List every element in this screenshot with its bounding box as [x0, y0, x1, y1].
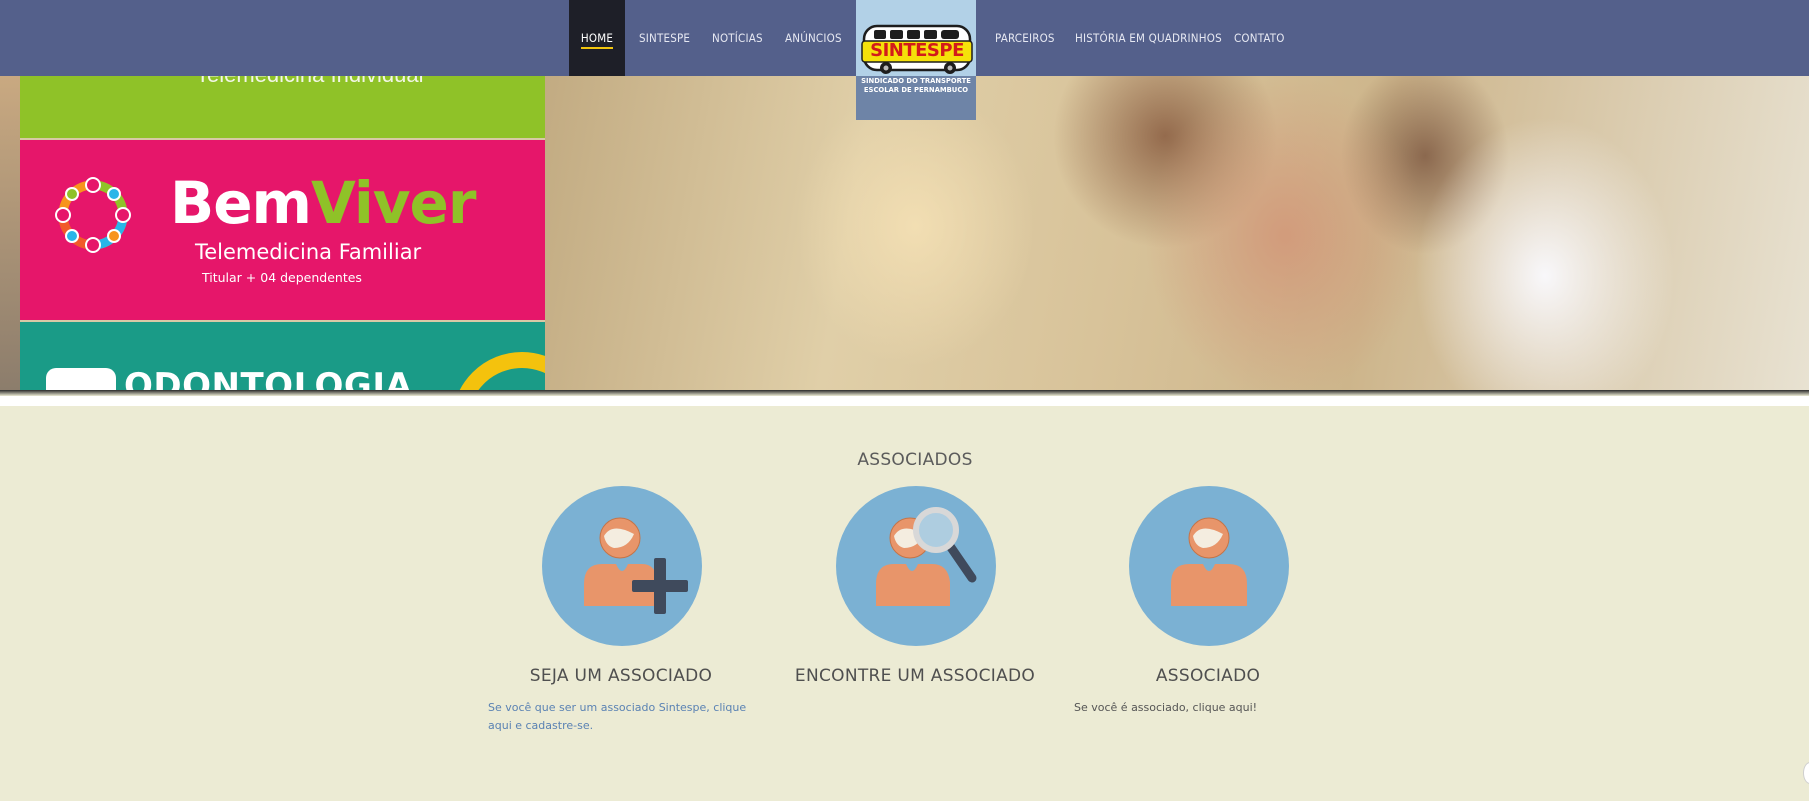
- nav-item-home[interactable]: HOME: [569, 0, 625, 76]
- hero-left-edge: [0, 76, 20, 390]
- hero-banner: Telemedicina Individual BemViver Telemed…: [0, 76, 1809, 390]
- ad-panel-individual-text: Telemedicina Individual: [196, 76, 423, 88]
- section-title: ASSOCIADOS: [857, 450, 973, 470]
- encontre-associado-icon-button[interactable]: [836, 486, 996, 646]
- seja-associado-description[interactable]: Se você que ser um associado Sintespe, c…: [488, 699, 758, 735]
- odontologia-text: ODONTOLOGIA: [124, 366, 413, 390]
- bemviver-ad-panels: Telemedicina Individual BemViver Telemed…: [20, 76, 545, 390]
- nav-item-contato[interactable]: CONTATO: [1234, 0, 1285, 76]
- scroll-handle[interactable]: [1803, 762, 1809, 784]
- product-detail: Titular + 04 dependentes: [202, 270, 362, 285]
- seja-associado-icon-button[interactable]: [542, 486, 702, 646]
- bemviver-logo-icon: [55, 177, 131, 253]
- add-user-icon: [584, 517, 688, 614]
- logo-brand: SINTESPE: [870, 40, 964, 61]
- odontologia-ring-icon: [452, 352, 545, 390]
- associado-title[interactable]: ASSOCIADO: [1048, 666, 1368, 686]
- nav-item-sintespe[interactable]: SINTESPE: [639, 0, 690, 76]
- encontre-associado-title[interactable]: ENCONTRE UM ASSOCIADO: [755, 666, 1075, 686]
- brand-bem: Bem: [170, 169, 312, 237]
- logo-subtitle-line2: ESCOLAR DE PERNAMBUCO: [863, 86, 969, 94]
- product-name: Telemedicina Familiar: [195, 240, 422, 264]
- user-icon: [1171, 517, 1247, 606]
- ad-panel-individual: Telemedicina Individual: [20, 76, 545, 138]
- site-logo[interactable]: SINTESPE SINDICADO DO TRANSPORTE ESCOLAR…: [856, 0, 976, 120]
- hero-divider: [0, 396, 1809, 406]
- family-photo: [545, 76, 1809, 390]
- associado-description[interactable]: Se você é associado, clique aqui!: [1074, 699, 1314, 717]
- nav-item-parceiros[interactable]: PARCEIROS: [995, 0, 1055, 76]
- nav-item-historia-em-quadrinhos[interactable]: HISTÓRIA EM QUADRINHOS: [1075, 0, 1222, 76]
- odontologia-badge: [46, 368, 116, 390]
- search-user-icon: [876, 507, 977, 606]
- nav-item-noticias[interactable]: NOTÍCIAS: [712, 0, 763, 76]
- logo-subtitle-line1: SINDICADO DO TRANSPORTE: [861, 77, 971, 85]
- bemviver-brand: BemViver: [170, 174, 476, 232]
- associado-icon-button[interactable]: [1129, 486, 1289, 646]
- seja-associado-title[interactable]: SEJA UM ASSOCIADO: [461, 666, 781, 686]
- brand-viver: Viver: [310, 169, 476, 237]
- ad-panel-odontologia: ODONTOLOGIA: [20, 322, 545, 390]
- nav-item-anuncios[interactable]: ANÚNCIOS: [785, 0, 842, 76]
